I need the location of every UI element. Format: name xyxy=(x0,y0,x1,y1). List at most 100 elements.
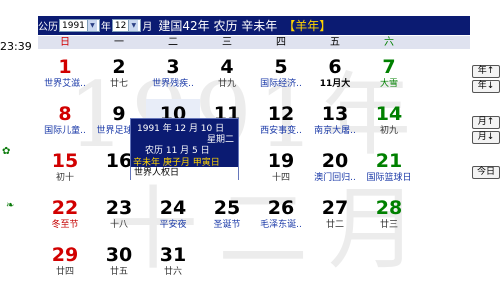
day-cell[interactable]: 30 廿五 xyxy=(92,240,146,287)
day-number: 19 xyxy=(267,150,295,172)
day-subtext: 国际经济.. xyxy=(260,79,302,89)
day-number: 7 xyxy=(382,56,396,78)
day-cell[interactable]: 23 十八 xyxy=(92,193,146,240)
month-up-button[interactable]: 月↑ xyxy=(472,116,500,129)
day-subtext: 初九 xyxy=(379,126,398,136)
day-subtext: 廿三 xyxy=(379,220,398,230)
day-subtext: 西安事变.. xyxy=(260,126,302,136)
day-number: 23 xyxy=(105,197,133,219)
day-number: 2 xyxy=(112,56,126,78)
clock-time: 23:39 xyxy=(0,40,32,53)
year-down-button[interactable]: 年↓ xyxy=(472,80,500,93)
day-number: 5 xyxy=(274,56,288,78)
day-subtext: 世界残疾.. xyxy=(152,79,194,89)
day-subtext: 廿六 xyxy=(163,267,182,277)
day-cell[interactable]: 26 毛泽东诞.. xyxy=(254,193,308,240)
year-select[interactable]: 1991 ▼ xyxy=(59,19,100,32)
day-subtext: 南京大屠.. xyxy=(314,126,356,136)
day-subtext: 十四 xyxy=(271,173,290,183)
day-subtext: 世界艾滋.. xyxy=(44,79,86,89)
day-cell[interactable]: 7 大雪 xyxy=(362,52,416,99)
day-subtext: 廿五 xyxy=(109,267,128,277)
day-subtext: 11月大 xyxy=(319,79,351,89)
day-cell[interactable]: 1 世界艾滋.. xyxy=(38,52,92,99)
day-subtext: 国际篮球日 xyxy=(366,173,412,183)
day-number: 21 xyxy=(375,150,403,172)
calendar-widget: 1991年 十二月 公历 1991 ▼ 年 12 ▼ 月 建国42年 农历 辛未年 … xyxy=(38,16,500,295)
day-number: 24 xyxy=(159,197,187,219)
weekday-label: 日 xyxy=(60,37,70,48)
month-unit-label: 月 xyxy=(142,22,153,33)
day-cell[interactable]: 22 冬至节 xyxy=(38,193,92,240)
day-number: 27 xyxy=(321,197,349,219)
day-number: 4 xyxy=(220,56,234,78)
lunar-year-info: 建国42年 农历 辛未年 xyxy=(158,19,278,33)
day-cell[interactable]: 14 初九 xyxy=(362,99,416,146)
day-subtext: 澳门回归.. xyxy=(314,173,356,183)
weekday-label: 二 xyxy=(168,37,178,48)
day-cell[interactable]: 24 平安夜 xyxy=(146,193,200,240)
day-number: 31 xyxy=(159,244,187,266)
leaf-icon: ❧ xyxy=(6,200,15,211)
day-cell[interactable]: 27 廿二 xyxy=(308,193,362,240)
day-subtext: 国际儿童.. xyxy=(44,126,86,136)
day-cell[interactable]: 5 国际经济.. xyxy=(254,52,308,99)
day-number: 13 xyxy=(321,103,349,125)
weekday-label: 四 xyxy=(276,37,286,48)
tooltip-festival: 世界人权日 xyxy=(131,167,238,180)
day-cell[interactable]: 2 廿七 xyxy=(92,52,146,99)
day-cell[interactable]: 25 圣诞节 xyxy=(200,193,254,240)
day-number: 26 xyxy=(267,197,295,219)
day-number: 8 xyxy=(58,103,72,125)
day-number: 20 xyxy=(321,150,349,172)
week-row: 8国际儿童..9世界足球日1011初六12西安事变..13南京大屠..14初九 xyxy=(38,99,470,146)
day-subtext: 廿七 xyxy=(109,79,128,89)
day-subtext: 圣诞节 xyxy=(213,220,241,230)
day-subtext: 廿九 xyxy=(217,79,236,89)
day-number: 22 xyxy=(51,197,79,219)
week-row: 22 冬至节 23 十八 24 平安夜 25 圣诞节 26 毛泽东诞.. 27 廿二 28 廿三 xyxy=(38,193,470,240)
year-up-button[interactable]: 年↑ xyxy=(472,65,500,78)
today-button[interactable]: 今日 xyxy=(472,166,500,179)
day-cell[interactable]: 3 世界残疾.. xyxy=(146,52,200,99)
day-number: 30 xyxy=(105,244,133,266)
zodiac-label: 【羊年】 xyxy=(283,19,332,33)
chevron-down-icon: ▼ xyxy=(86,20,97,31)
day-cell[interactable]: 28 廿三 xyxy=(362,193,416,240)
day-cell[interactable]: 15 初十 xyxy=(38,146,92,193)
day-number: 14 xyxy=(375,103,403,125)
tooltip-weekday: 星期二 xyxy=(206,135,234,145)
year-unit-label: 年 xyxy=(100,22,111,33)
day-subtext: 毛泽东诞.. xyxy=(260,220,302,230)
day-cell[interactable]: 13 南京大屠.. xyxy=(308,99,362,146)
day-cell[interactable]: 19 十四 xyxy=(254,146,308,193)
day-cell[interactable]: 20 澳门回归.. xyxy=(308,146,362,193)
day-cell[interactable]: 6 11月大 xyxy=(308,52,362,99)
day-subtext: 廿二 xyxy=(325,220,344,230)
weekday-label: 三 xyxy=(222,37,232,48)
day-cell[interactable]: 31 廿六 xyxy=(146,240,200,287)
day-subtext: 大雪 xyxy=(379,79,398,89)
day-cell[interactable]: 29 廿四 xyxy=(38,240,92,287)
day-subtext: 平安夜 xyxy=(159,220,187,230)
day-cell[interactable]: 12 西安事变.. xyxy=(254,99,308,146)
calendar-grid: 1 世界艾滋.. 2 廿七 3 世界残疾.. 4 廿九 5 国际经济.. 6 11月大 7 大雪 8 国际儿童… xyxy=(38,52,470,287)
day-subtext: 冬至节 xyxy=(51,220,79,230)
day-number: 1 xyxy=(58,56,72,78)
week-row: 1 世界艾滋.. 2 廿七 3 世界残疾.. 4 廿九 5 国际经济.. 6 11月大 7 大雪 xyxy=(38,52,470,99)
day-number: 12 xyxy=(267,103,295,125)
day-tooltip: 1991 年 12 月 10 日 星期二 农历 11 月 5 日 辛未年 庚子月… xyxy=(130,118,239,180)
weekday-label: 一 xyxy=(114,37,124,48)
day-number: 29 xyxy=(51,244,79,266)
day-number: 28 xyxy=(375,197,403,219)
leaf-icon: ✿ xyxy=(2,146,11,157)
month-select[interactable]: 12 ▼ xyxy=(111,19,142,32)
day-cell[interactable]: 21 国际篮球日 xyxy=(362,146,416,193)
day-subtext: 廿四 xyxy=(55,267,74,277)
chevron-down-icon: ▼ xyxy=(128,20,139,31)
day-subtext: 十八 xyxy=(109,220,128,230)
weekday-label: 六 xyxy=(384,37,394,48)
day-cell[interactable]: 4 廿九 xyxy=(200,52,254,99)
month-down-button[interactable]: 月↓ xyxy=(472,131,500,144)
day-cell[interactable]: 8 国际儿童.. xyxy=(38,99,92,146)
